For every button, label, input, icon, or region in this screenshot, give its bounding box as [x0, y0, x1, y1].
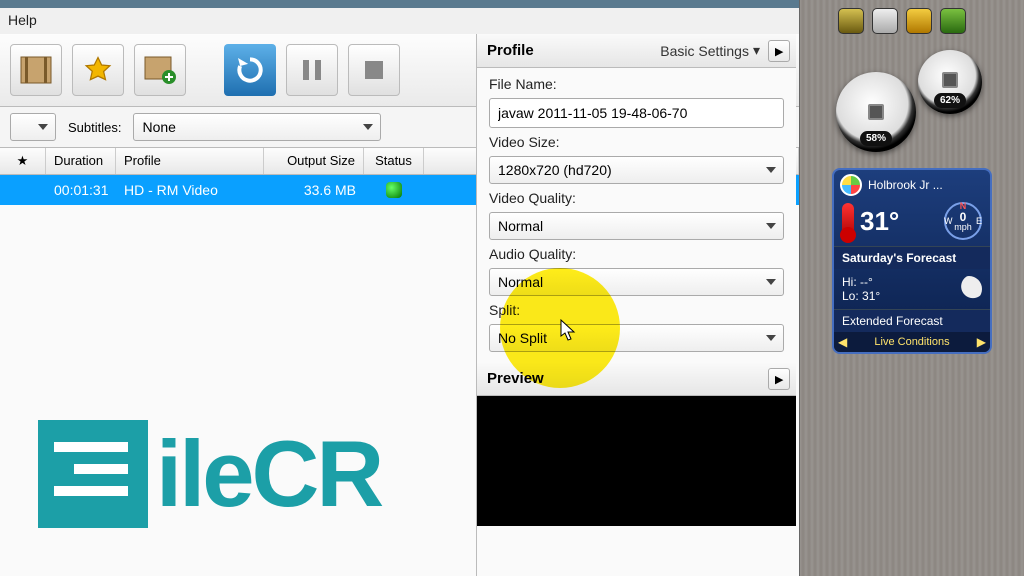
- weather-logo-icon: [840, 174, 862, 196]
- profile-header: Profile Basic Settings ▾ ▸: [477, 34, 796, 68]
- split-label: Split:: [489, 302, 784, 318]
- status-ok-icon: [386, 182, 402, 198]
- video-quality-dropdown[interactable]: Normal: [489, 212, 784, 240]
- video-quality-label: Video Quality:: [489, 190, 784, 206]
- chevron-left-icon[interactable]: ◀: [838, 335, 847, 349]
- extended-link[interactable]: Extended Forecast: [834, 309, 990, 332]
- cell-profile: HD - RM Video: [116, 175, 264, 205]
- gadget-tray: [838, 8, 1016, 34]
- audio-quality-label: Audio Quality:: [489, 246, 784, 262]
- chevron-down-icon: ▾: [753, 42, 760, 59]
- chip-icon: [868, 104, 884, 120]
- stop-icon[interactable]: [348, 44, 400, 96]
- tray-icon[interactable]: [906, 8, 932, 34]
- wx-temp: 31°: [860, 206, 899, 237]
- profile-go-button[interactable]: ▸: [768, 40, 790, 62]
- col-profile[interactable]: Profile: [116, 148, 264, 174]
- subtitles-dropdown[interactable]: None: [133, 113, 381, 141]
- refresh-icon[interactable]: [224, 44, 276, 96]
- ram-gauge[interactable]: 62%: [918, 50, 982, 114]
- profile-title: Profile: [487, 42, 534, 59]
- chevron-right-icon: ▸: [775, 370, 783, 388]
- split-dropdown[interactable]: No Split: [489, 324, 784, 352]
- preview-header: Preview ▸: [477, 362, 796, 396]
- watermark-logo: ileCR: [38, 420, 381, 528]
- col-star[interactable]: ★: [0, 148, 46, 174]
- chevron-right-icon: ▸: [775, 42, 783, 60]
- menu-bar: Help: [0, 8, 799, 34]
- settings-panel: Profile Basic Settings ▾ ▸ File Name: Vi…: [476, 34, 796, 576]
- col-status[interactable]: Status: [364, 148, 424, 174]
- ram-pct: 62%: [934, 93, 966, 108]
- cpu-pct: 58%: [860, 131, 892, 146]
- basic-settings-link[interactable]: Basic Settings ▾: [660, 42, 760, 59]
- favorite-icon[interactable]: [72, 44, 124, 96]
- hi-val: --°: [860, 275, 873, 289]
- forecast-title: Saturday's Forecast: [834, 246, 990, 269]
- title-bar: [0, 0, 799, 8]
- col-duration[interactable]: Duration: [46, 148, 116, 174]
- cell-output: 33.6 MB: [264, 175, 364, 205]
- wind-compass: NWE 0 mph: [944, 202, 982, 240]
- file-name-input[interactable]: [489, 98, 784, 128]
- cell-duration: 00:01:31: [46, 175, 116, 205]
- video-size-dropdown[interactable]: 1280x720 (hd720): [489, 156, 784, 184]
- pause-icon[interactable]: [286, 44, 338, 96]
- preview-go-button[interactable]: ▸: [768, 368, 790, 390]
- format-dropdown[interactable]: [10, 113, 56, 141]
- system-gauges: 58% 62%: [808, 44, 1016, 164]
- menu-help[interactable]: Help: [8, 12, 37, 28]
- film-icon[interactable]: [10, 44, 62, 96]
- cpu-gauge[interactable]: 58%: [836, 72, 916, 152]
- audio-quality-dropdown[interactable]: Normal: [489, 268, 784, 296]
- tray-icon[interactable]: [940, 8, 966, 34]
- weather-gadget[interactable]: Holbrook Jr ... 31° NWE 0 mph Saturday's…: [832, 168, 992, 354]
- chevron-right-icon[interactable]: ▶: [977, 335, 986, 349]
- lo-val: 31°: [862, 289, 880, 303]
- wind-unit: mph: [954, 223, 972, 232]
- add-video-icon[interactable]: [134, 44, 186, 96]
- subtitles-value: None: [142, 119, 175, 135]
- preview-box: [477, 396, 796, 526]
- video-size-label: Video Size:: [489, 134, 784, 150]
- subtitles-label: Subtitles:: [68, 120, 121, 135]
- thermometer-icon: [842, 203, 854, 239]
- preview-title: Preview: [487, 370, 544, 387]
- desktop-sidebar: 58% 62% Holbrook Jr ... 31° NWE 0 mph Sa…: [800, 0, 1024, 576]
- tray-icon[interactable]: [872, 8, 898, 34]
- tray-icon[interactable]: [838, 8, 864, 34]
- ram-icon: [942, 72, 958, 88]
- file-name-label: File Name:: [489, 76, 784, 92]
- app-window: Help Subtitles: None ★ Duration Pro: [0, 0, 800, 576]
- moon-icon: [956, 276, 982, 302]
- col-output-size[interactable]: Output Size: [264, 148, 364, 174]
- wx-location: Holbrook Jr ...: [868, 178, 943, 192]
- wind-speed: 0: [960, 211, 967, 223]
- live-link[interactable]: Live Conditions: [874, 336, 949, 348]
